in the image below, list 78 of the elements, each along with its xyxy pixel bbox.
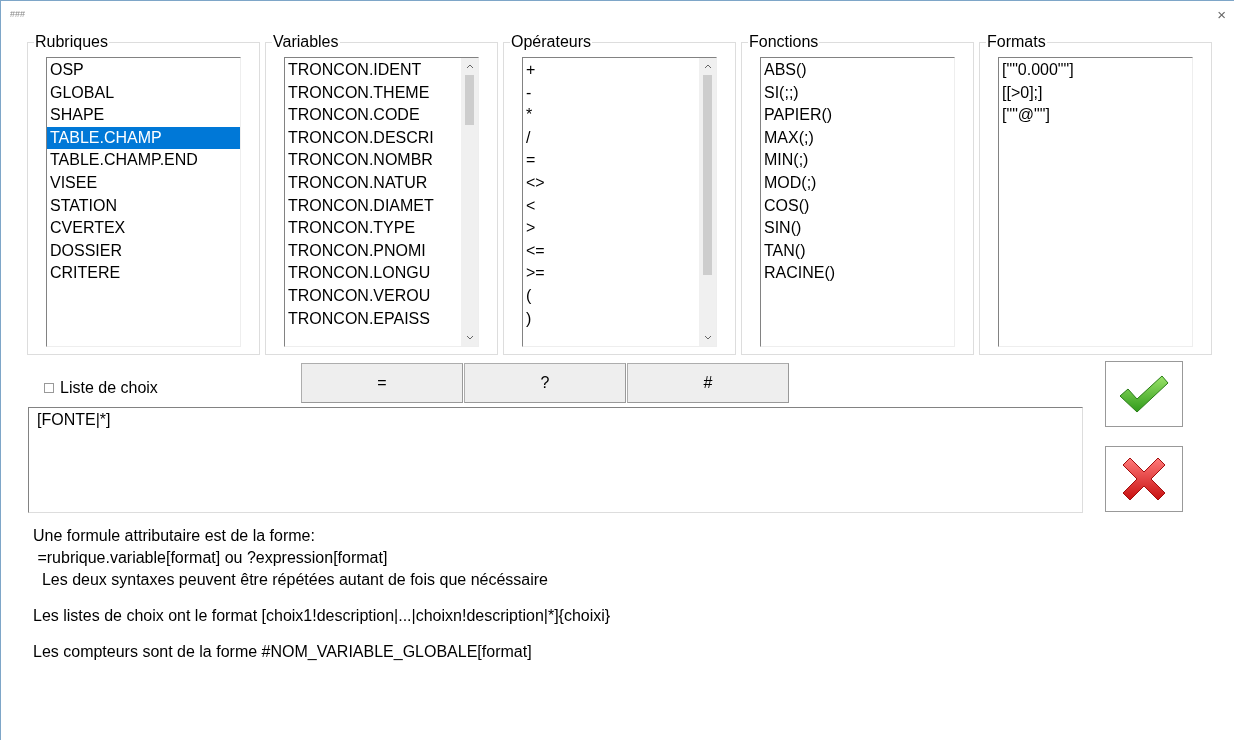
list-item[interactable]: TRONCON.PNOMI <box>285 239 461 263</box>
ok-button[interactable] <box>1105 361 1183 427</box>
list-item[interactable]: = <box>523 149 699 172</box>
list-item[interactable]: [""@""] <box>999 104 1192 127</box>
list-item[interactable]: TRONCON.LONGU <box>285 262 461 285</box>
close-button[interactable]: × <box>1215 5 1228 23</box>
list-item[interactable]: ( <box>523 284 699 308</box>
group-title: Fonctions <box>748 33 820 51</box>
list-item[interactable]: TRONCON.CODE <box>285 104 461 127</box>
list-item[interactable]: TRONCON.TYPE <box>285 217 461 240</box>
list-item[interactable]: GLOBAL <box>47 81 240 105</box>
help-text: Les deux syntaxes peuvent être répétées autant de fois que nécéssaire <box>40 570 549 590</box>
list-item[interactable]: >= <box>523 262 699 285</box>
list-item[interactable]: TABLE.CHAMP.END <box>47 149 240 172</box>
list-item[interactable]: [""0.000""] <box>999 59 1192 82</box>
list-item[interactable]: VISEE <box>47 171 240 195</box>
checkbox[interactable] <box>44 383 54 393</box>
list-item[interactable]: TRONCON.EPAISS <box>285 307 461 331</box>
cross-icon <box>1121 457 1167 501</box>
list-box[interactable]: OSP GLOBAL SHAPE TABLE.CHAMP TABLE.CHAMP.END VISEE STATION CVERTEX DOSSIER CRITERE <box>46 57 241 347</box>
scrollbar[interactable] <box>699 58 716 346</box>
scrollbar[interactable] <box>461 58 478 346</box>
list-item[interactable]: MAX(;) <box>761 126 954 150</box>
scrollbar-thumb[interactable] <box>465 75 474 125</box>
help-text: Les compteurs sont de la forme #NOM_VARIABLE_GLOBALE[format] <box>33 642 533 662</box>
list-item[interactable]: MOD(;) <box>761 171 954 195</box>
list-item[interactable]: < <box>523 194 699 218</box>
list-item[interactable]: TRONCON.IDENT <box>285 59 461 82</box>
list-item[interactable]: SHAPE <box>47 104 240 127</box>
insert-button[interactable]: # <box>627 363 789 403</box>
list-item[interactable]: CVERTEX <box>47 217 240 240</box>
list-box[interactable]: TRONCON.IDENT TRONCON.THEME TRONCON.CODE TRONCON.DESCRI TRONCON.NOMBR TRONCON.NATUR TRONCON.DIAMET TRONCON.TYPE TRONCON.PNOMI TRONCON.LONGU TRONCON.VEROU TRONCON.EPAISS <box>284 57 479 347</box>
list-item[interactable]: TAN() <box>761 239 954 263</box>
list-item[interactable]: ABS() <box>761 59 954 82</box>
list-item[interactable]: RACINE() <box>761 262 954 285</box>
insert-button[interactable]: ? <box>464 363 626 403</box>
list-box[interactable]: ABS() SI(;;) PAPIER() MAX(;) MIN(;) MOD(;) COS() SIN() TAN() RACINE() <box>760 57 955 347</box>
insert-button[interactable]: = <box>301 363 463 403</box>
checkmark-icon <box>1118 374 1170 414</box>
list-item[interactable]: TRONCON.DIAMET <box>285 194 461 218</box>
group-title: Variables <box>272 33 340 51</box>
help-text: Les listes de choix ont le format [choix1!description|...|choixn!description|*]{choixi} <box>33 606 612 626</box>
list-item[interactable]: STATION <box>47 194 240 218</box>
window-title: ### <box>10 9 26 19</box>
cancel-button[interactable] <box>1105 446 1183 512</box>
list-item[interactable]: TRONCON.DESCRI <box>285 126 461 150</box>
list-item[interactable]: SI(;;) <box>761 81 954 105</box>
list-item[interactable]: DOSSIER <box>47 239 240 263</box>
help-text: =rubrique.variable[format] ou ?expression[format] <box>36 548 389 568</box>
list-item[interactable]: ) <box>523 307 699 331</box>
list-item[interactable]: MIN(;) <box>761 149 954 172</box>
list-item[interactable]: TRONCON.VEROU <box>285 284 461 308</box>
list-item[interactable]: TRONCON.THEME <box>285 81 461 105</box>
list-item[interactable]: OSP <box>47 59 240 82</box>
list-item[interactable]: COS() <box>761 194 954 218</box>
list-item[interactable]: * <box>523 104 699 127</box>
list-box[interactable]: + - * / = <> < > <= >= ( ) <box>522 57 717 347</box>
list-item[interactable]: TRONCON.NOMBR <box>285 149 461 172</box>
list-item[interactable]: <> <box>523 171 699 195</box>
list-box[interactable]: [""0.000""] [[>0];] [""@""] <box>998 57 1193 347</box>
help-text: Une formule attributaire est de la forme: <box>33 526 316 546</box>
scrollbar-thumb[interactable] <box>703 75 712 275</box>
list-item[interactable]: <= <box>523 239 699 263</box>
list-item[interactable]: TABLE.CHAMP <box>47 126 240 150</box>
list-item[interactable]: [[>0];] <box>999 81 1192 105</box>
list-item[interactable]: - <box>523 81 699 105</box>
checkbox-label: Liste de choix <box>60 379 158 397</box>
list-item[interactable]: > <box>523 217 699 240</box>
group-title: Rubriques <box>34 33 109 51</box>
group-title: Opérateurs <box>510 33 593 51</box>
list-item[interactable]: / <box>523 126 699 150</box>
formula-field[interactable]: [FONTE|*] <box>28 407 1083 513</box>
list-item[interactable]: + <box>523 59 699 82</box>
list-item[interactable]: PAPIER() <box>761 104 954 127</box>
list-item[interactable]: TRONCON.NATUR <box>285 171 461 195</box>
list-item[interactable]: SIN() <box>761 217 954 240</box>
group-title: Formats <box>986 33 1047 51</box>
list-item[interactable]: CRITERE <box>47 262 240 285</box>
